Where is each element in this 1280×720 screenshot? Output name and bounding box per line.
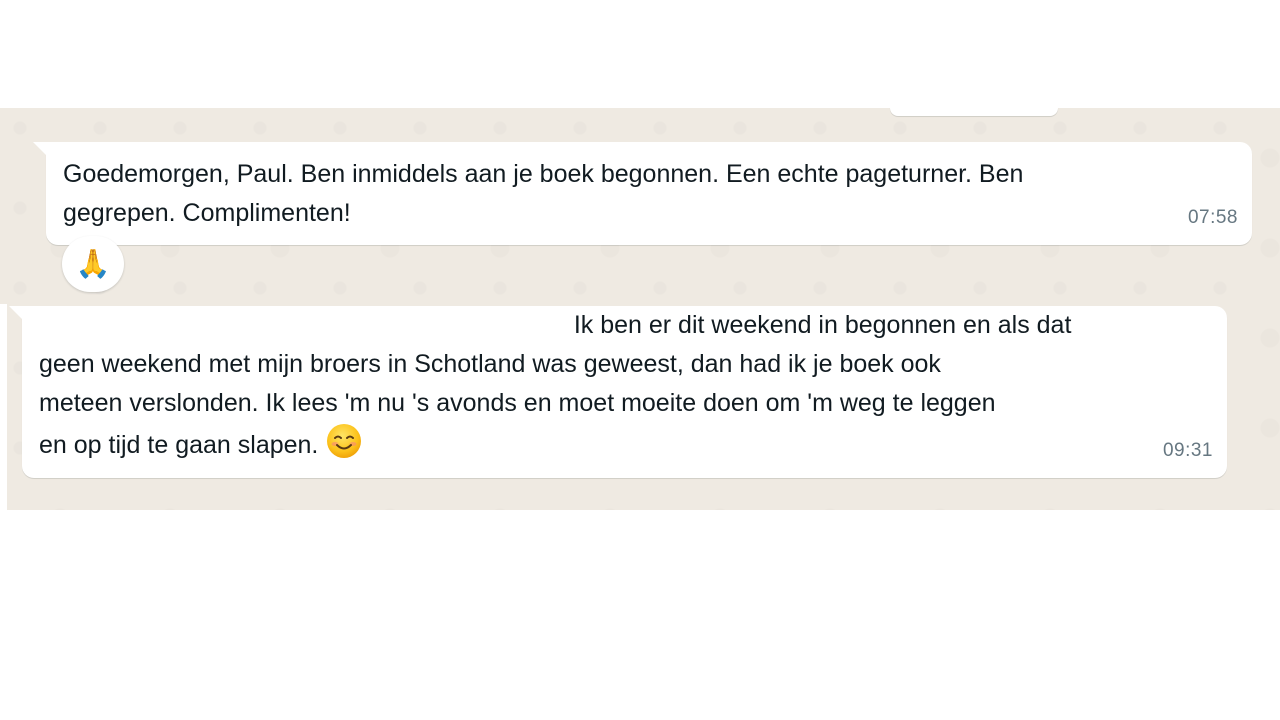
date-chip — [890, 108, 1058, 116]
message-bubble-incoming[interactable]: Ik ben er dit weekend in begonnen en als… — [9, 306, 1227, 478]
smiling-face-icon — [327, 424, 362, 458]
folded-hands-icon: 🙏 — [75, 248, 111, 279]
message-timestamp: 09:31 — [1162, 440, 1213, 461]
reaction-badge[interactable]: 🙏 — [62, 236, 124, 292]
message-timestamp: 07:58 — [1187, 207, 1238, 228]
bubble-tail — [33, 142, 46, 155]
message-text: Ik ben er dit weekend in begonnen en als… — [39, 311, 1072, 459]
chat-area: Goedemorgen, Paul. Ben inmiddels aan je … — [0, 108, 1280, 510]
bubble-tail — [9, 306, 22, 319]
message-text-container: Ik ben er dit weekend in begonnen en als… — [39, 306, 1209, 465]
message-bubble-incoming[interactable]: Goedemorgen, Paul. Ben inmiddels aan je … — [33, 142, 1252, 245]
left-edge-strip — [0, 304, 7, 510]
message-text: Goedemorgen, Paul. Ben inmiddels aan je … — [63, 160, 1024, 227]
